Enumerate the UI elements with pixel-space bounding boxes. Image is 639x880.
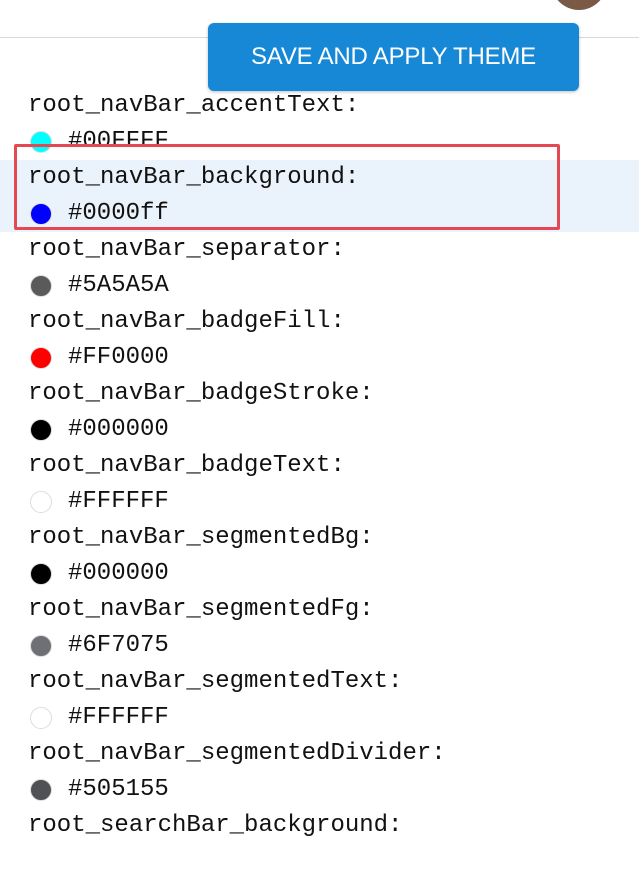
theme-entry-navbar-segmented-divider[interactable]: root_navBar_segmentedDivider: #505155 — [0, 736, 639, 808]
theme-value-row: #5A5A5A — [28, 270, 169, 302]
color-swatch[interactable] — [30, 347, 52, 369]
color-swatch[interactable] — [30, 707, 52, 729]
theme-entry-navbar-segmented-text[interactable]: root_navBar_segmentedText: #FFFFFF — [0, 664, 639, 736]
color-swatch[interactable] — [30, 491, 52, 513]
save-and-apply-theme-button[interactable]: SAVE AND APPLY THEME — [208, 23, 579, 91]
theme-entry-navbar-badge-stroke[interactable]: root_navBar_badgeStroke: #000000 — [0, 376, 639, 448]
theme-key-label: root_navBar_badgeStroke: — [28, 380, 374, 407]
theme-entry-navbar-accent-text[interactable]: root_navBar_accentText: #00FFFF — [0, 88, 639, 160]
theme-entry-navbar-segmented-bg[interactable]: root_navBar_segmentedBg: #000000 — [0, 520, 639, 592]
theme-entry-navbar-badge-fill[interactable]: root_navBar_badgeFill: #FF0000 — [0, 304, 639, 376]
hex-value[interactable]: #FF0000 — [68, 342, 169, 374]
theme-key-label: root_navBar_background: — [28, 164, 360, 191]
theme-value-row: #505155 — [28, 774, 169, 806]
theme-key-label: root_navBar_segmentedText: — [28, 668, 403, 695]
theme-key-label: root_navBar_segmentedDivider: — [28, 740, 446, 767]
theme-key-label: root_navBar_badgeFill: — [28, 308, 345, 335]
hex-value[interactable]: #5A5A5A — [68, 270, 169, 302]
theme-key-label: root_navBar_accentText: — [28, 92, 360, 119]
color-swatch[interactable] — [30, 131, 52, 153]
theme-value-row: #0000ff — [28, 198, 169, 230]
color-swatch[interactable] — [30, 419, 52, 441]
avatar[interactable] — [551, 0, 607, 10]
color-swatch[interactable] — [30, 203, 52, 225]
hex-value[interactable]: #00FFFF — [68, 126, 169, 158]
theme-value-row: #6F7075 — [28, 630, 169, 662]
theme-key-label: root_searchBar_background: — [28, 812, 403, 839]
theme-key-label: root_navBar_segmentedBg: — [28, 524, 374, 551]
theme-value-row: #000000 — [28, 414, 169, 446]
theme-key-label: root_navBar_segmentedFg: — [28, 596, 374, 623]
theme-entry-searchbar-background[interactable]: root_searchBar_background: — [0, 808, 639, 880]
hex-value[interactable]: #505155 — [68, 774, 169, 806]
hex-value[interactable]: #000000 — [68, 414, 169, 446]
theme-value-row: #000000 — [28, 558, 169, 590]
theme-entry-navbar-separator[interactable]: root_navBar_separator: #5A5A5A — [0, 232, 639, 304]
theme-entry-navbar-background[interactable]: root_navBar_background: #0000ff — [0, 144, 639, 232]
color-swatch[interactable] — [30, 275, 52, 297]
theme-key-label: root_navBar_badgeText: — [28, 452, 345, 479]
theme-value-row: #FFFFFF — [28, 486, 169, 518]
hex-value[interactable]: #6F7075 — [68, 630, 169, 662]
hex-value[interactable]: #FFFFFF — [68, 702, 169, 734]
theme-key-label: root_navBar_separator: — [28, 236, 345, 263]
hex-value[interactable]: #000000 — [68, 558, 169, 590]
theme-entry-navbar-segmented-fg[interactable]: root_navBar_segmentedFg: #6F7075 — [0, 592, 639, 664]
hex-value[interactable]: #0000ff — [68, 198, 169, 230]
color-swatch[interactable] — [30, 563, 52, 585]
theme-value-row: #00FFFF — [28, 126, 169, 158]
theme-color-list: root_navBar_accentText: #00FFFF root_nav… — [0, 88, 639, 880]
color-swatch[interactable] — [30, 779, 52, 801]
hex-value[interactable]: #FFFFFF — [68, 486, 169, 518]
theme-entry-navbar-badge-text[interactable]: root_navBar_badgeText: #FFFFFF — [0, 448, 639, 520]
theme-value-row: #FF0000 — [28, 342, 169, 374]
color-swatch[interactable] — [30, 635, 52, 657]
theme-value-row: #FFFFFF — [28, 702, 169, 734]
